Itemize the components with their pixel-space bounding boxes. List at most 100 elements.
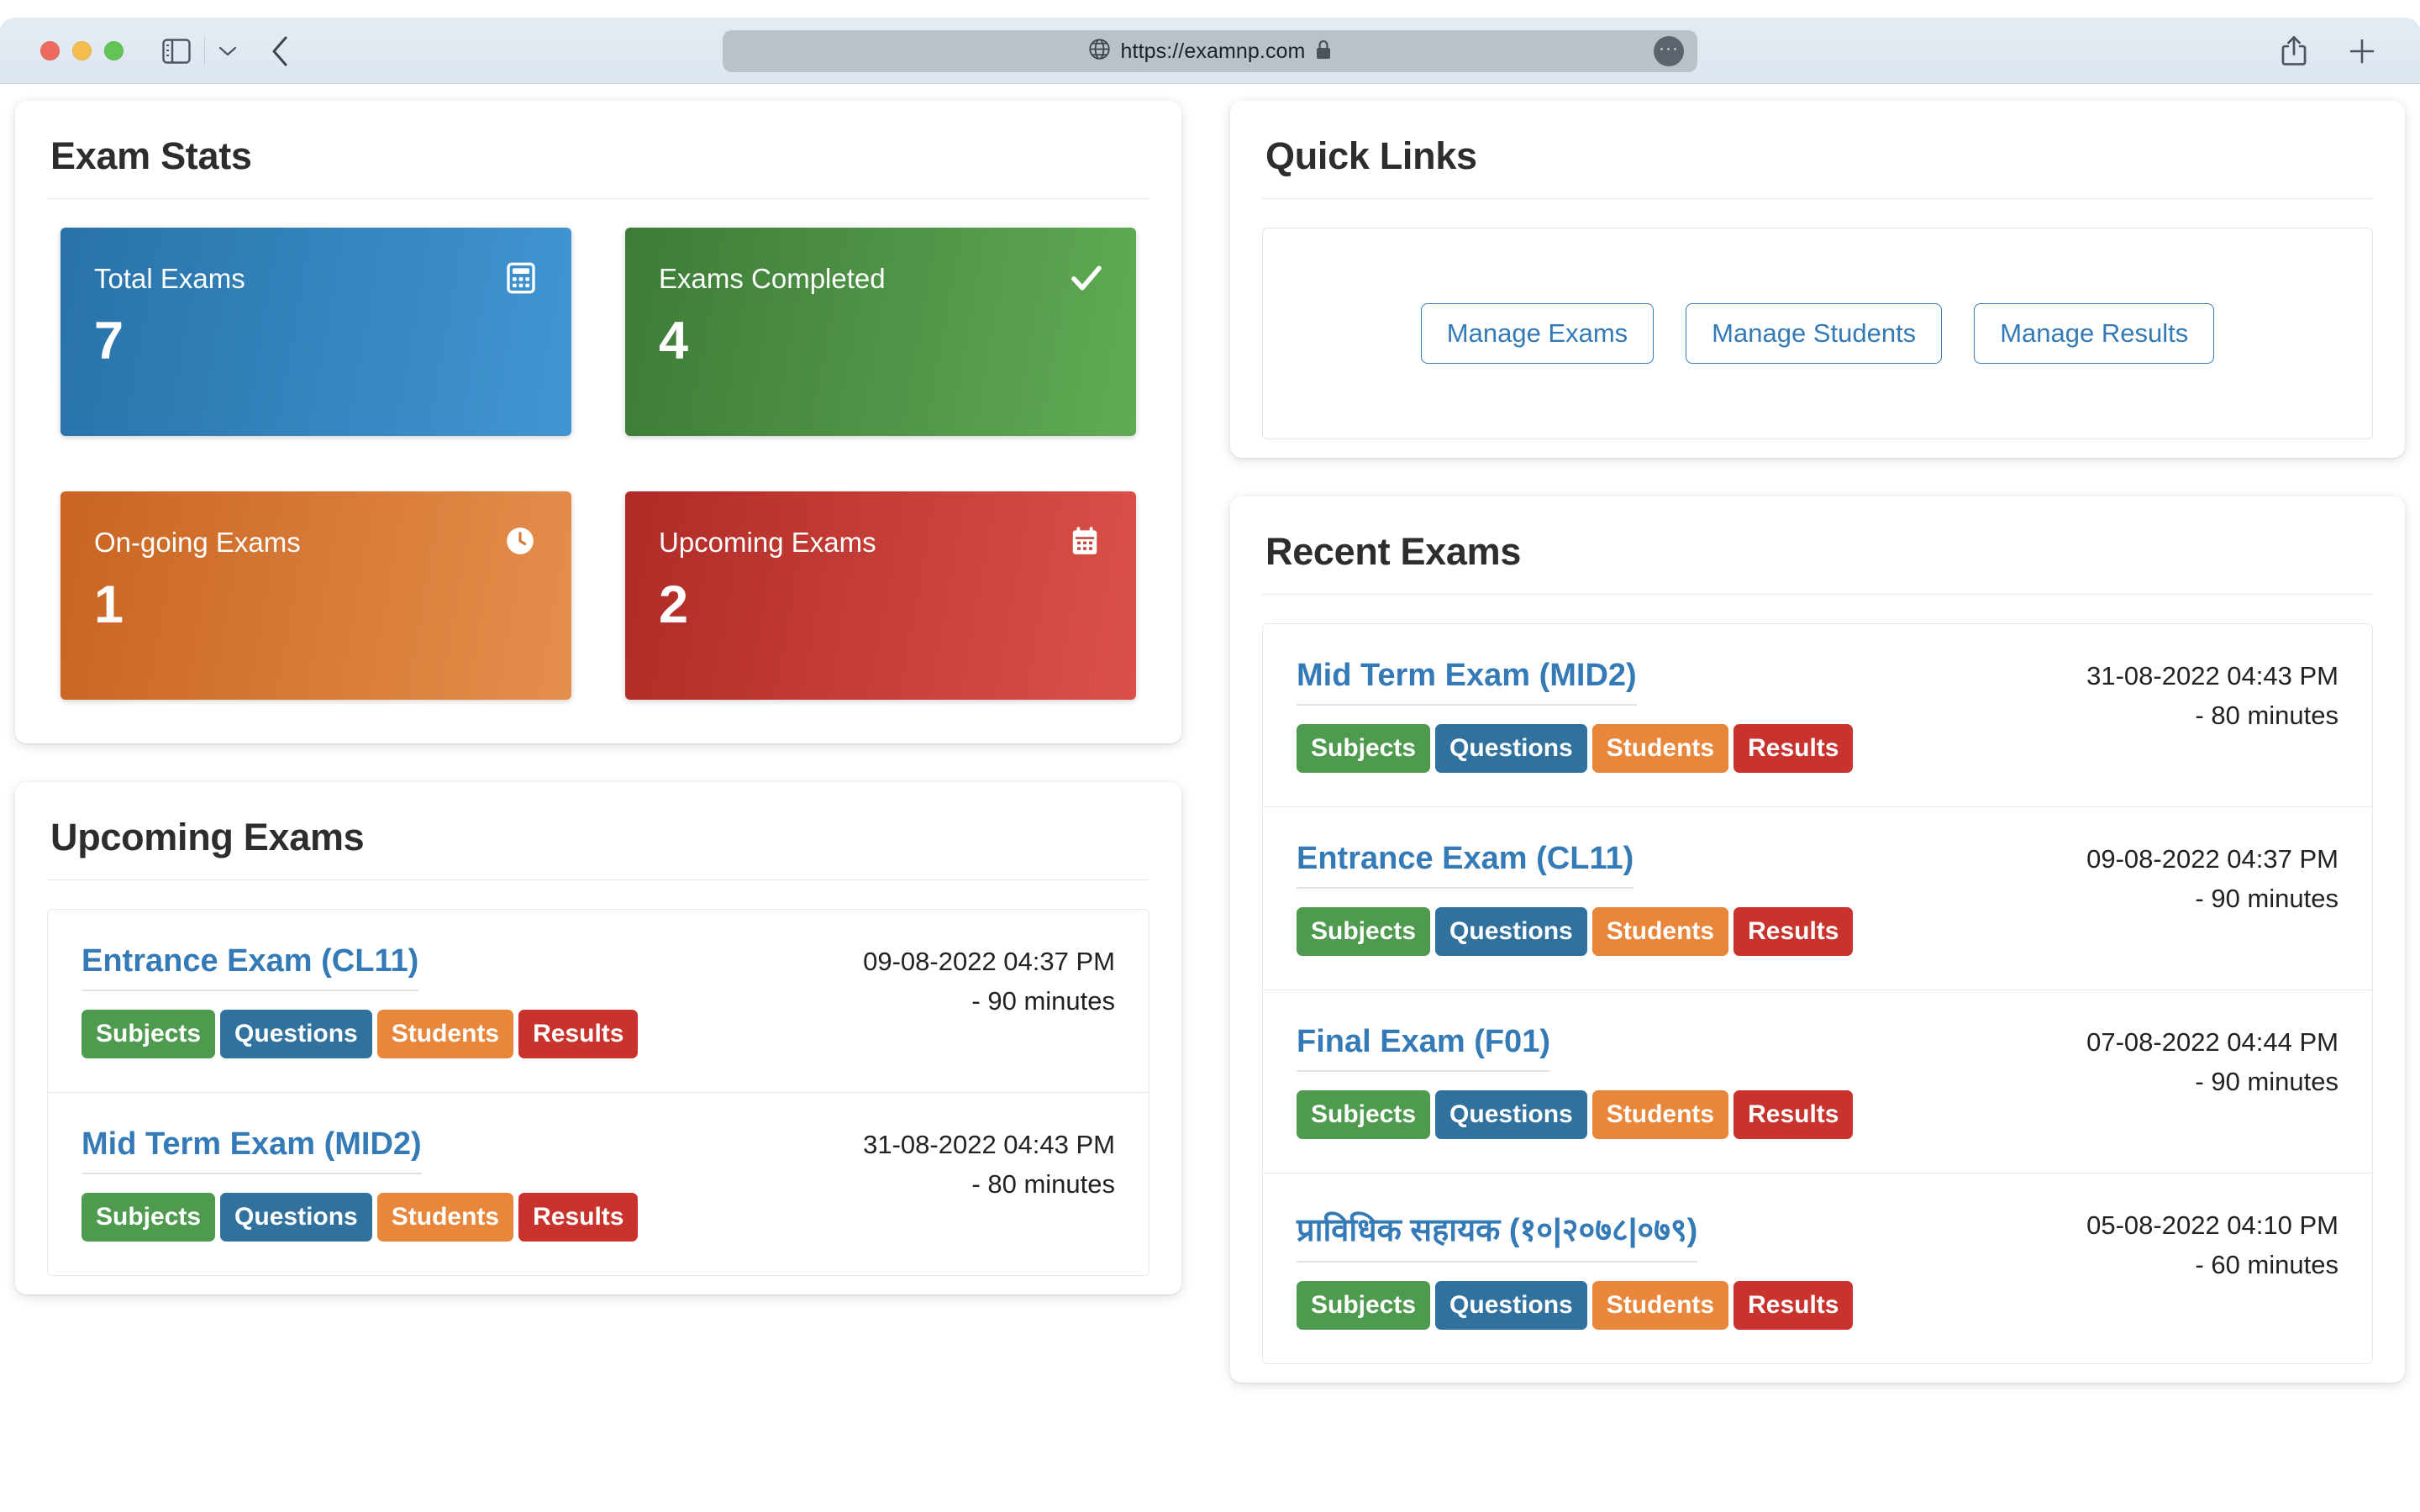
manage-results-button[interactable]: Manage Results: [1974, 303, 2215, 364]
calculator-icon: [504, 261, 538, 295]
exam-meta: 05-08-2022 04:10 PM - 60 minutes: [2086, 1205, 2338, 1284]
right-column: Quick Links Manage Exams Manage Students…: [1230, 101, 2405, 1512]
back-chevron-icon[interactable]: [271, 35, 289, 67]
questions-button[interactable]: Questions: [1435, 1281, 1587, 1330]
sidebar-toggle-icon[interactable]: [162, 38, 191, 64]
exam-action-badges: Subjects Questions Students Results: [1297, 1281, 2338, 1330]
subjects-button[interactable]: Subjects: [1297, 724, 1431, 773]
results-button[interactable]: Results: [1733, 907, 1854, 956]
address-bar[interactable]: https://examnp.com ···: [723, 30, 1697, 72]
students-button[interactable]: Students: [376, 1010, 514, 1058]
results-button[interactable]: Results: [1733, 724, 1854, 773]
exam-duration: - 90 minutes: [2195, 1067, 2338, 1097]
exam-title-link[interactable]: Mid Term Exam (MID2): [82, 1126, 422, 1174]
exam-title-link[interactable]: Entrance Exam (CL11): [1297, 841, 1634, 889]
minimize-window-button[interactable]: [72, 41, 92, 60]
share-icon[interactable]: [2281, 35, 2307, 67]
exam-title-link[interactable]: Mid Term Exam (MID2): [1297, 658, 1637, 706]
page-settings-icon[interactable]: ···: [1654, 36, 1684, 66]
browser-window: https://examnp.com ··· Exam Stats Total …: [0, 18, 2420, 1512]
subjects-button[interactable]: Subjects: [1297, 1281, 1431, 1330]
chevron-down-icon[interactable]: [204, 36, 237, 66]
globe-icon: [1088, 38, 1111, 65]
exam-stats-title: Exam Stats: [50, 134, 252, 177]
exam-title-link[interactable]: Final Exam (F01): [1297, 1024, 1550, 1072]
page-content: Exam Stats Total Exams 7 Exams Completed…: [0, 84, 2420, 1512]
list-item: Entrance Exam (CL11) 09-08-2022 04:37 PM…: [1263, 807, 2372, 990]
subjects-button[interactable]: Subjects: [82, 1010, 216, 1058]
exam-meta: 09-08-2022 04:37 PM - 90 minutes: [863, 942, 1115, 1021]
divider: [47, 198, 1150, 199]
results-button[interactable]: Results: [1733, 1090, 1854, 1139]
toolbar-right-group: [2281, 35, 2391, 67]
students-button[interactable]: Students: [1591, 1281, 1729, 1330]
exam-datetime: 31-08-2022 04:43 PM: [863, 1130, 1115, 1159]
students-button[interactable]: Students: [376, 1193, 514, 1242]
stat-value: 7: [94, 312, 124, 370]
exam-title-link[interactable]: Entrance Exam (CL11): [82, 943, 419, 991]
exam-duration: - 80 minutes: [2195, 701, 2338, 731]
close-window-button[interactable]: [40, 41, 60, 60]
stat-value: 2: [659, 575, 689, 634]
students-button[interactable]: Students: [1591, 1090, 1729, 1139]
lock-icon: [1315, 39, 1332, 65]
recent-exams-title: Recent Exams: [1265, 530, 1522, 573]
stat-value: 1: [94, 575, 124, 634]
stat-label: Total Exams: [94, 263, 245, 294]
calendar-icon: [1069, 525, 1102, 559]
subjects-button[interactable]: Subjects: [1297, 907, 1431, 956]
exam-datetime: 31-08-2022 04:43 PM: [2086, 661, 2338, 690]
quick-links-box: Manage Exams Manage Students Manage Resu…: [1262, 228, 2373, 439]
stat-tile-total-exams[interactable]: Total Exams 7: [60, 228, 571, 436]
list-item: Mid Term Exam (MID2) 31-08-2022 04:43 PM…: [1263, 624, 2372, 807]
exam-title-link[interactable]: प्राविधिक सहायक (१०|२०७८|०७९): [1297, 1207, 1698, 1263]
clock-icon: [504, 525, 538, 559]
subjects-button[interactable]: Subjects: [1297, 1090, 1431, 1139]
divider: [1262, 198, 2373, 199]
check-icon: [1069, 261, 1102, 295]
manage-students-button[interactable]: Manage Students: [1686, 303, 1943, 364]
list-item: Final Exam (F01) 07-08-2022 04:44 PM - 9…: [1263, 990, 2372, 1173]
students-button[interactable]: Students: [1591, 907, 1729, 956]
subjects-button[interactable]: Subjects: [82, 1193, 216, 1242]
maximize-window-button[interactable]: [104, 41, 124, 60]
exam-datetime: 05-08-2022 04:10 PM: [2086, 1210, 2338, 1240]
results-button[interactable]: Results: [1733, 1281, 1854, 1330]
students-button[interactable]: Students: [1591, 724, 1729, 773]
questions-button[interactable]: Questions: [1435, 1090, 1587, 1139]
questions-button[interactable]: Questions: [220, 1193, 372, 1242]
questions-button[interactable]: Questions: [220, 1010, 372, 1058]
exam-duration: - 80 minutes: [971, 1169, 1115, 1200]
exam-meta: 31-08-2022 04:43 PM - 80 minutes: [2086, 656, 2338, 735]
upcoming-exams-list: Entrance Exam (CL11) 09-08-2022 04:37 PM…: [47, 909, 1150, 1276]
left-column: Exam Stats Total Exams 7 Exams Completed…: [15, 101, 1181, 1512]
exam-stats-card: Exam Stats Total Exams 7 Exams Completed…: [15, 101, 1181, 743]
list-item: प्राविधिक सहायक (१०|२०७८|०७९) 05-08-2022…: [1263, 1173, 2372, 1363]
exam-meta: 31-08-2022 04:43 PM - 80 minutes: [863, 1125, 1115, 1204]
divider: [47, 879, 1150, 880]
exam-datetime: 07-08-2022 04:44 PM: [2086, 1027, 2338, 1057]
questions-button[interactable]: Questions: [1435, 724, 1587, 773]
exam-meta: 09-08-2022 04:37 PM - 90 minutes: [2086, 839, 2338, 918]
recent-exams-card: Recent Exams Mid Term Exam (MID2) 31-08-…: [1230, 496, 2405, 1383]
results-button[interactable]: Results: [518, 1193, 639, 1242]
address-bar-url: https://examnp.com: [1120, 39, 1306, 63]
divider: [1262, 594, 2373, 595]
results-button[interactable]: Results: [518, 1010, 639, 1058]
stat-label: On-going Exams: [94, 527, 301, 558]
stat-label: Exams Completed: [659, 263, 886, 294]
window-controls: [40, 41, 124, 60]
exam-datetime: 09-08-2022 04:37 PM: [863, 947, 1115, 976]
upcoming-exams-card: Upcoming Exams Entrance Exam (CL11) 09-0…: [15, 782, 1181, 1294]
questions-button[interactable]: Questions: [1435, 907, 1587, 956]
list-item: Entrance Exam (CL11) 09-08-2022 04:37 PM…: [48, 910, 1149, 1093]
exam-stats-grid: Total Exams 7 Exams Completed 4 On-going…: [15, 228, 1181, 725]
stat-tile-exams-completed[interactable]: Exams Completed 4: [625, 228, 1136, 436]
quick-links-title: Quick Links: [1265, 134, 1477, 177]
new-tab-plus-icon[interactable]: [2348, 37, 2376, 66]
stat-tile-ongoing-exams[interactable]: On-going Exams 1: [60, 491, 571, 700]
stat-tile-upcoming-exams[interactable]: Upcoming Exams 2: [625, 491, 1136, 700]
recent-exams-list: Mid Term Exam (MID2) 31-08-2022 04:43 PM…: [1262, 623, 2373, 1364]
manage-exams-button[interactable]: Manage Exams: [1420, 303, 1655, 364]
exam-duration: - 90 minutes: [971, 986, 1115, 1016]
